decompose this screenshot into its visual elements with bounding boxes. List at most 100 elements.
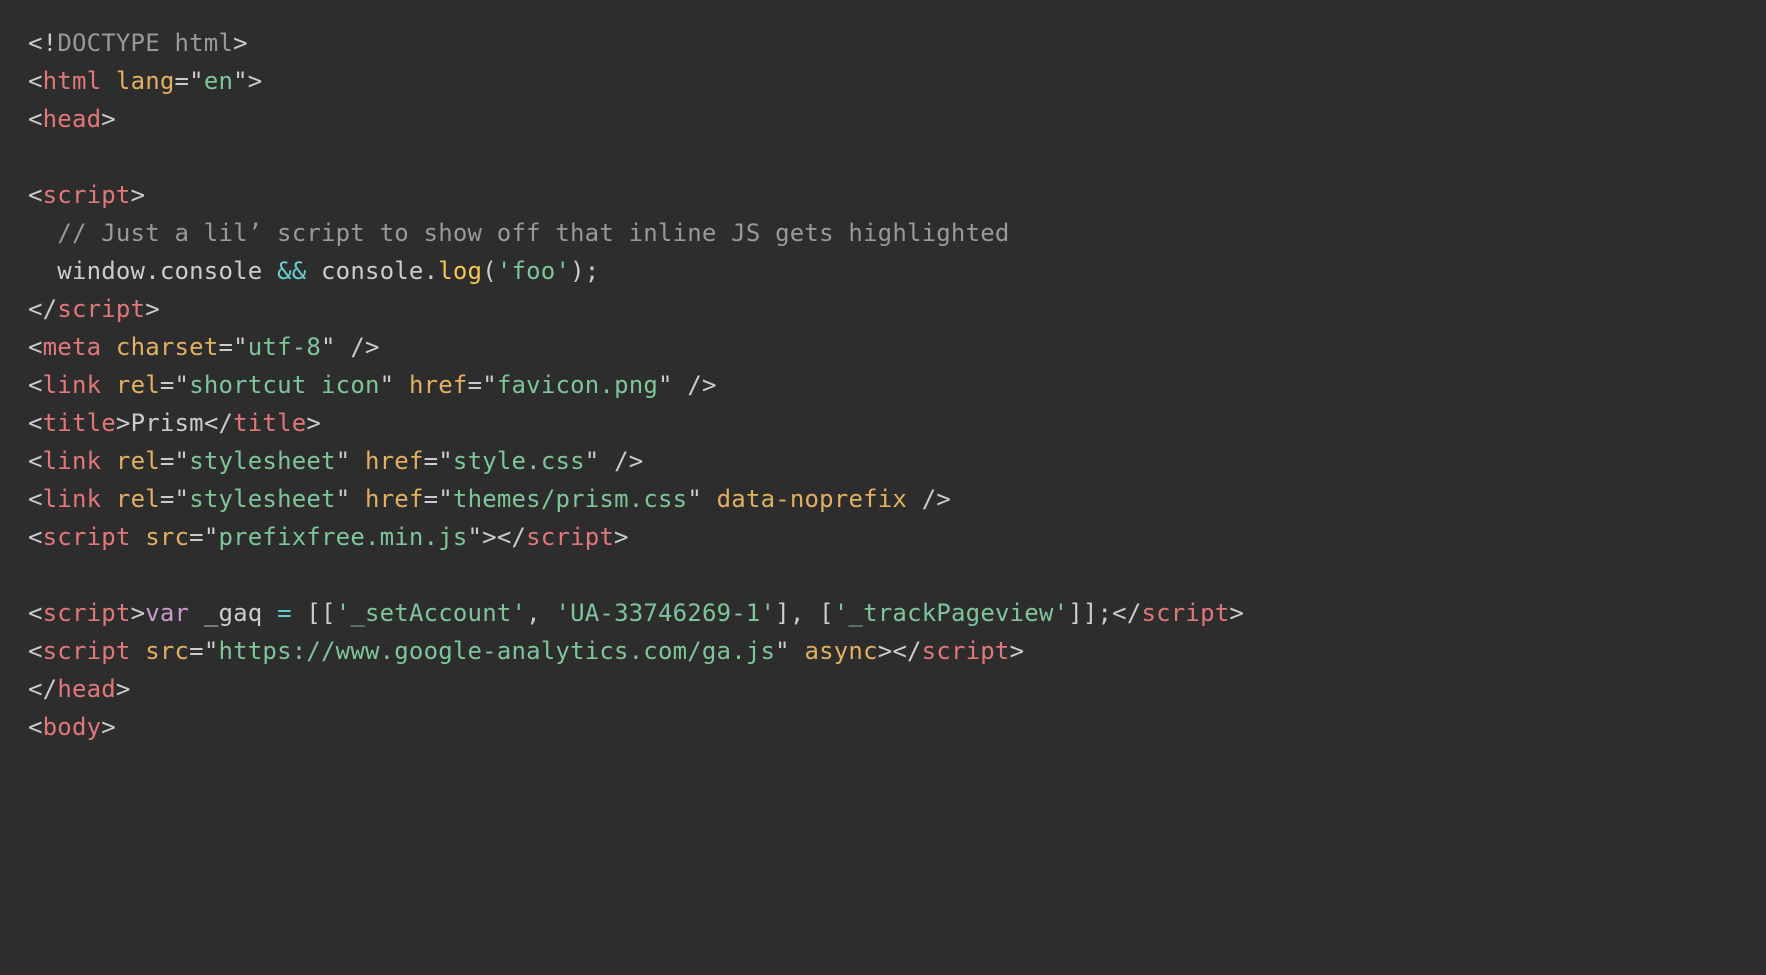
code-token: < [28, 333, 43, 361]
code-token: > [233, 29, 248, 57]
code-token: =" [424, 447, 453, 475]
code-token: " [775, 637, 804, 665]
code-token: en [204, 67, 233, 95]
code-token: src [145, 523, 189, 551]
code-token: " /> [658, 371, 717, 399]
code-token: =" [160, 485, 189, 513]
code-token: " [380, 371, 409, 399]
code-token: stylesheet [189, 485, 336, 513]
code-token: =" [160, 371, 189, 399]
code-token: console [160, 257, 277, 285]
code-token: < [28, 67, 43, 95]
code-token: style.css [453, 447, 585, 475]
code-token: meta [43, 333, 102, 361]
code-token: > [614, 523, 629, 551]
code-token: < [28, 523, 43, 551]
code-token: =" [424, 485, 453, 513]
code-token: lang [116, 67, 175, 95]
code-token: Prism [131, 409, 204, 437]
code-token: html [43, 67, 102, 95]
code-token: title [233, 409, 306, 437]
code-token: " /> [585, 447, 644, 475]
code-token: , [526, 599, 555, 627]
code-token: " [687, 485, 716, 513]
code-token [101, 485, 116, 513]
code-token: > [131, 599, 146, 627]
code-token [292, 599, 307, 627]
code-token: < [28, 713, 43, 741]
code-token: > [101, 713, 116, 741]
code-token: > [306, 409, 321, 437]
code-token: head [57, 675, 116, 703]
code-token: > [131, 181, 146, 209]
code-token: script [57, 295, 145, 323]
code-token: shortcut icon [189, 371, 379, 399]
code-token: " [336, 485, 365, 513]
code-token: link [43, 371, 102, 399]
code-token [101, 447, 116, 475]
code-token: > [116, 675, 131, 703]
code-token: =" [218, 333, 247, 361]
code-token: < [28, 371, 43, 399]
code-token: var [145, 599, 189, 627]
code-token: charset [116, 333, 219, 361]
code-token [131, 523, 146, 551]
code-token: < [28, 485, 43, 513]
code-token: </ [204, 409, 233, 437]
code-token: href [365, 485, 424, 513]
code-token: 'UA-33746269-1' [555, 599, 775, 627]
code-token: = [277, 599, 292, 627]
code-token: > [1010, 637, 1025, 665]
code-token: ( [482, 257, 497, 285]
code-token: < [28, 637, 43, 665]
code-token: '_setAccount' [336, 599, 526, 627]
code-token: script [526, 523, 614, 551]
code-token: script [43, 523, 131, 551]
code-token: rel [116, 447, 160, 475]
code-token: . [424, 257, 439, 285]
code-token: body [43, 713, 102, 741]
code-token: /> [907, 485, 951, 513]
code-token: // Just a lil’ script to show off that i… [57, 219, 1009, 247]
code-token [101, 333, 116, 361]
code-block: <!DOCTYPE html> <html lang="en"> <head> … [0, 0, 1766, 770]
code-token: script [43, 637, 131, 665]
code-token: stylesheet [189, 447, 336, 475]
code-token: data-noprefix [717, 485, 907, 513]
code-token: async [804, 637, 877, 665]
code-token [101, 67, 116, 95]
code-token: </ [28, 295, 57, 323]
code-token: > [116, 409, 131, 437]
code-token: _gaq [189, 599, 277, 627]
code-token: < [28, 409, 43, 437]
code-token: href [365, 447, 424, 475]
code-token: script [43, 599, 131, 627]
code-token: window [28, 257, 145, 285]
code-token: ], [ [775, 599, 834, 627]
code-token: > [1229, 599, 1244, 627]
code-token: [[ [306, 599, 335, 627]
code-token: script [43, 181, 131, 209]
code-token: href [409, 371, 468, 399]
code-token: > [101, 105, 116, 133]
code-token: =" [189, 523, 218, 551]
code-token: . [145, 257, 160, 285]
code-token: head [43, 105, 102, 133]
code-token: =" [189, 637, 218, 665]
code-token: DOCTYPE html [57, 29, 233, 57]
code-token: <! [28, 29, 57, 57]
code-token: && [277, 257, 306, 285]
code-token: < [28, 181, 43, 209]
code-token: < [28, 105, 43, 133]
code-token: link [43, 485, 102, 513]
code-token: "></ [468, 523, 527, 551]
code-token: link [43, 447, 102, 475]
code-token [101, 371, 116, 399]
code-token: themes/prism.css [453, 485, 687, 513]
code-token: =" [175, 67, 204, 95]
code-token: ); [570, 257, 599, 285]
code-token: https://www.google-analytics.com/ga.js [218, 637, 775, 665]
code-token: favicon.png [497, 371, 658, 399]
code-token: =" [468, 371, 497, 399]
code-token: 'foo' [497, 257, 570, 285]
